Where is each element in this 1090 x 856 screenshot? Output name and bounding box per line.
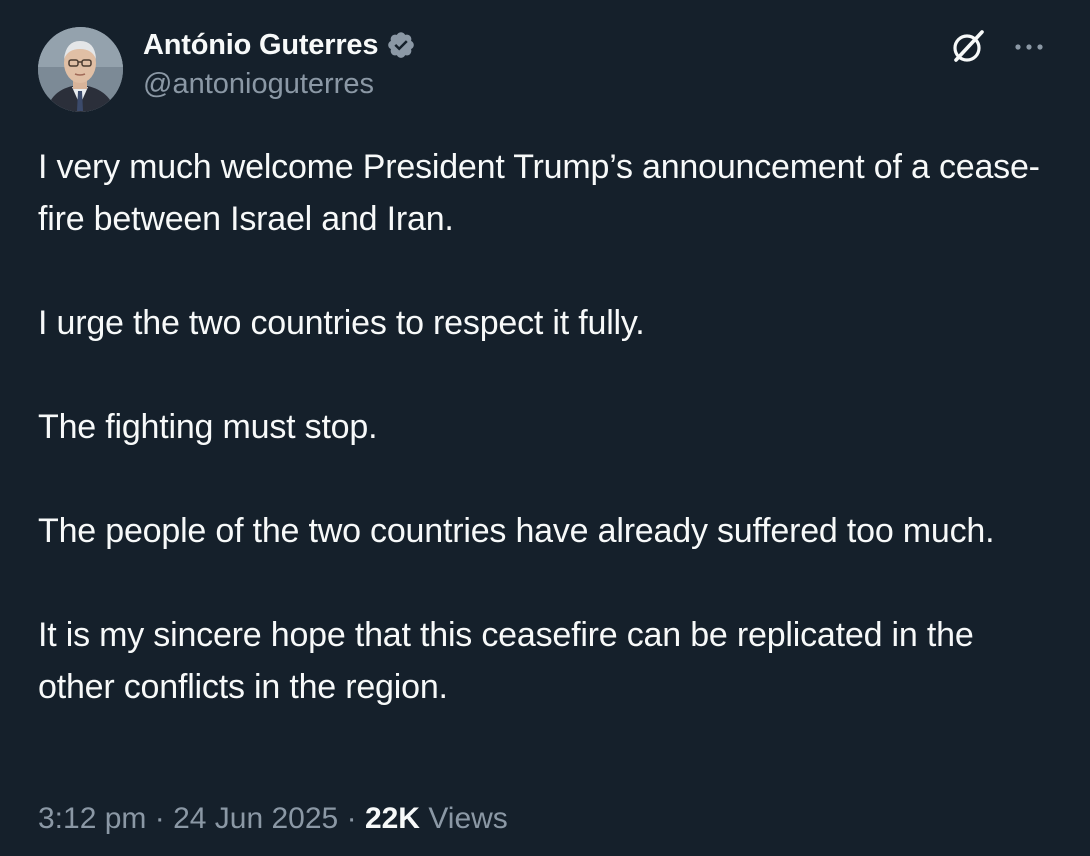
avatar-image — [38, 27, 123, 112]
author-block: António Guterres @antonioguterres — [143, 26, 416, 101]
tweet-paragraph: The fighting must stop. — [38, 408, 378, 446]
meta-separator: · — [154, 802, 165, 835]
display-name[interactable]: António Guterres — [143, 29, 378, 62]
tweet-paragraph: I urge the two countries to respect it f… — [38, 304, 645, 342]
tweet-paragraph: It is my sincere hope that this ceasefir… — [38, 616, 974, 706]
tweet-paragraph: The people of the two countries have alr… — [38, 512, 995, 550]
tweet-text: I very much welcome President Trump’s an… — [38, 141, 1048, 713]
tweet-date[interactable]: 24 Jun 2025 — [173, 802, 338, 835]
more-options-icon[interactable] — [1008, 32, 1052, 62]
meta-separator: · — [346, 802, 357, 835]
grok-icon[interactable] — [946, 25, 990, 69]
name-row: António Guterres — [143, 26, 416, 64]
avatar[interactable] — [38, 27, 123, 112]
views-label: Views — [428, 802, 508, 835]
tweet-meta: 3:12 pm · 24 Jun 2025 · 22K Views — [38, 802, 508, 836]
tweet-card: António Guterres @antonioguterres I very… — [0, 0, 1090, 856]
tweet-paragraph: I very much welcome President Trump’s an… — [38, 148, 1040, 238]
tweet-time[interactable]: 3:12 pm — [38, 802, 146, 835]
views-count[interactable]: 22K — [365, 802, 420, 835]
handle[interactable]: @antonioguterres — [143, 68, 416, 101]
verified-badge-icon[interactable] — [386, 30, 416, 60]
